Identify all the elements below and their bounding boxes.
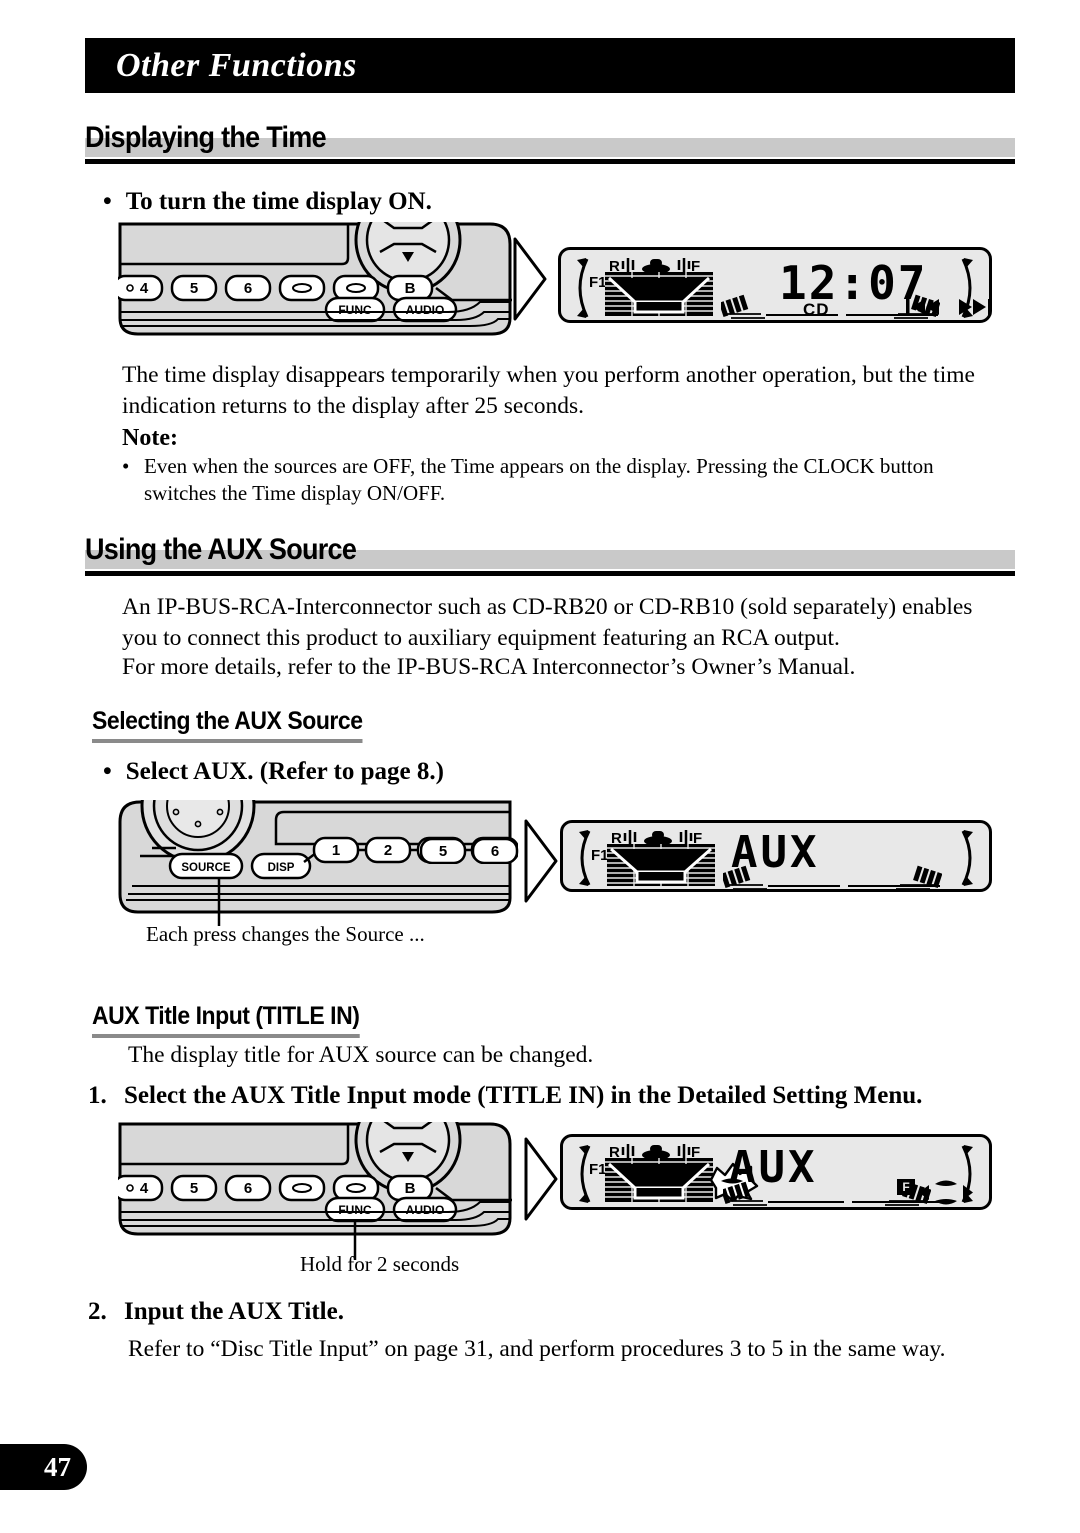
- section-heading-using-the-aux-source: Using the AUX Source: [85, 533, 1015, 576]
- note-item: • Even when the sources are OFF, the Tim…: [122, 453, 962, 507]
- paragraph-aux-title-can-be-changed: The display title for AUX source can be …: [128, 1042, 594, 1068]
- audio-button-label: AUDIO: [406, 1203, 445, 1217]
- svg-text:2: 2: [384, 842, 392, 859]
- section-heading-displaying-the-time: Displaying the Time: [85, 121, 1015, 164]
- svg-text:6: 6: [244, 280, 252, 297]
- func-button[interactable]: FUNC: [324, 296, 386, 323]
- bullet-dot: •: [103, 188, 112, 215]
- lcd-function-badge: F: [897, 1179, 915, 1195]
- section-heading-label: Using the AUX Source: [85, 533, 357, 566]
- paragraph-more-details: For more details, refer to the IP-BUS-RC…: [122, 654, 856, 680]
- step-2-label: Input the AUX Title.: [124, 1298, 344, 1325]
- source-button[interactable]: SOURCE: [168, 852, 244, 880]
- next-track-icon: [959, 299, 992, 315]
- head-unit-drawing: 4 5 6 B FUNC AUDIO: [118, 222, 512, 336]
- heading-rule: [85, 571, 1015, 576]
- disp-button[interactable]: DISP: [250, 852, 312, 880]
- bullet-label: Select AUX. (Refer to page 8.): [125, 758, 444, 785]
- step-2: 2. Input the AUX Title.: [88, 1298, 344, 1326]
- chapter-banner: Other Functions: [85, 38, 1015, 93]
- lcd-aux-display: F1 R F AUX: [560, 820, 992, 892]
- lcd-time-display: F1 R F 12:07 CD: [558, 247, 992, 323]
- step-1: 1. Select the AUX Title Input mode (TITLE…: [88, 1082, 922, 1110]
- lcd-band-label: F1: [589, 274, 607, 291]
- section-heading-label: Displaying the Time: [85, 121, 327, 154]
- lcd-right-bracket-icon: [961, 830, 973, 886]
- svg-text:4: 4: [140, 280, 149, 297]
- lcd-aux-value: AUX: [731, 827, 820, 878]
- sound-stage-icon: [605, 272, 713, 316]
- lcd-band-label: F1: [589, 1161, 607, 1178]
- page-number: 47: [44, 1451, 71, 1482]
- svg-text:5: 5: [190, 1180, 198, 1197]
- func-button[interactable]: FUNC: [324, 1196, 386, 1223]
- func-button-label: FUNC: [338, 303, 372, 317]
- svg-text:6: 6: [491, 843, 499, 860]
- svg-text:1: 1: [332, 842, 340, 859]
- lcd-aux-title-display: F1 R F AUX F: [560, 1134, 992, 1210]
- svg-text:4: 4: [140, 1180, 149, 1197]
- step-1-label: Select the AUX Title Input mode (TITLE I…: [124, 1082, 923, 1109]
- svg-text:B: B: [405, 280, 416, 297]
- caption-hold-for-2-seconds: Hold for 2 seconds: [300, 1252, 460, 1276]
- caption-each-press-changes-source: Each press changes the Source ...: [146, 922, 425, 946]
- fader-right-icon: [896, 865, 942, 890]
- illustration-head-unit-func-audio-2: 4 5 6 B FUNC AUDIO: [118, 1122, 518, 1247]
- illustration-head-unit-func-audio: 4 5 6 B FUNC AUDIO: [118, 222, 518, 347]
- subheading-aux-title-input: AUX Title Input (TITLE IN): [92, 1002, 360, 1038]
- paragraph-refer-disc-title-input: Refer to “Disc Title Input” on page 31, …: [128, 1336, 946, 1362]
- subheading-selecting-the-aux-source: Selecting the AUX Source: [92, 707, 363, 743]
- lcd-band-label: F1: [591, 847, 609, 864]
- flow-arrow-icon-1: [512, 236, 548, 322]
- bullet-label: To turn the time display ON.: [125, 188, 432, 215]
- svg-text:5: 5: [190, 280, 198, 297]
- bullet-turn-time-display-on: • To turn the time display ON.: [103, 188, 432, 216]
- svg-text:6: 6: [244, 1180, 252, 1197]
- preset-buttons-5-6[interactable]: 5 6: [420, 838, 524, 864]
- paragraph-time-display-behavior: The time display disappears temporarily …: [122, 362, 975, 419]
- sound-stage-icon: [605, 1158, 713, 1202]
- svg-text:5: 5: [439, 843, 447, 860]
- sound-stage-icon: [607, 844, 715, 886]
- head-unit-drawing: 4 5 6 B FUNC AUDIO: [118, 1122, 512, 1236]
- callout-line-source: [216, 878, 222, 926]
- page-number-tab: 47: [0, 1444, 87, 1490]
- func-button-label: FUNC: [338, 1203, 372, 1217]
- step-2-number: 2.: [88, 1298, 107, 1325]
- lcd-source-label: CD: [803, 300, 830, 319]
- note-bullet-dot: •: [122, 454, 130, 478]
- bullet-dot: •: [103, 758, 112, 785]
- audio-button-label: AUDIO: [406, 303, 445, 317]
- dpad-icon: [919, 1180, 973, 1205]
- source-button-label: SOURCE: [181, 862, 231, 874]
- previous-track-icon: [906, 299, 939, 315]
- bullet-select-aux: • Select AUX. (Refer to page 8.): [103, 758, 444, 786]
- flow-arrow-icon-2: [523, 818, 559, 904]
- svg-text:B: B: [405, 1180, 416, 1197]
- chapter-title: Other Functions: [116, 46, 357, 84]
- note-label: Note:: [122, 425, 178, 451]
- audio-button[interactable]: AUDIO: [392, 296, 458, 323]
- step-1-number: 1.: [88, 1082, 107, 1109]
- flow-arrow-icon-3: [523, 1136, 559, 1222]
- heading-rule: [85, 159, 1015, 164]
- lcd-aux-title-value: AUX: [729, 1142, 818, 1193]
- paragraph-ipbus-rca: An IP-BUS-RCA-Interconnector such as CD-…: [122, 594, 973, 651]
- note-item-text: Even when the sources are OFF, the Time …: [144, 454, 934, 505]
- disp-button-label: DISP: [268, 862, 295, 874]
- audio-button[interactable]: AUDIO: [392, 1196, 458, 1223]
